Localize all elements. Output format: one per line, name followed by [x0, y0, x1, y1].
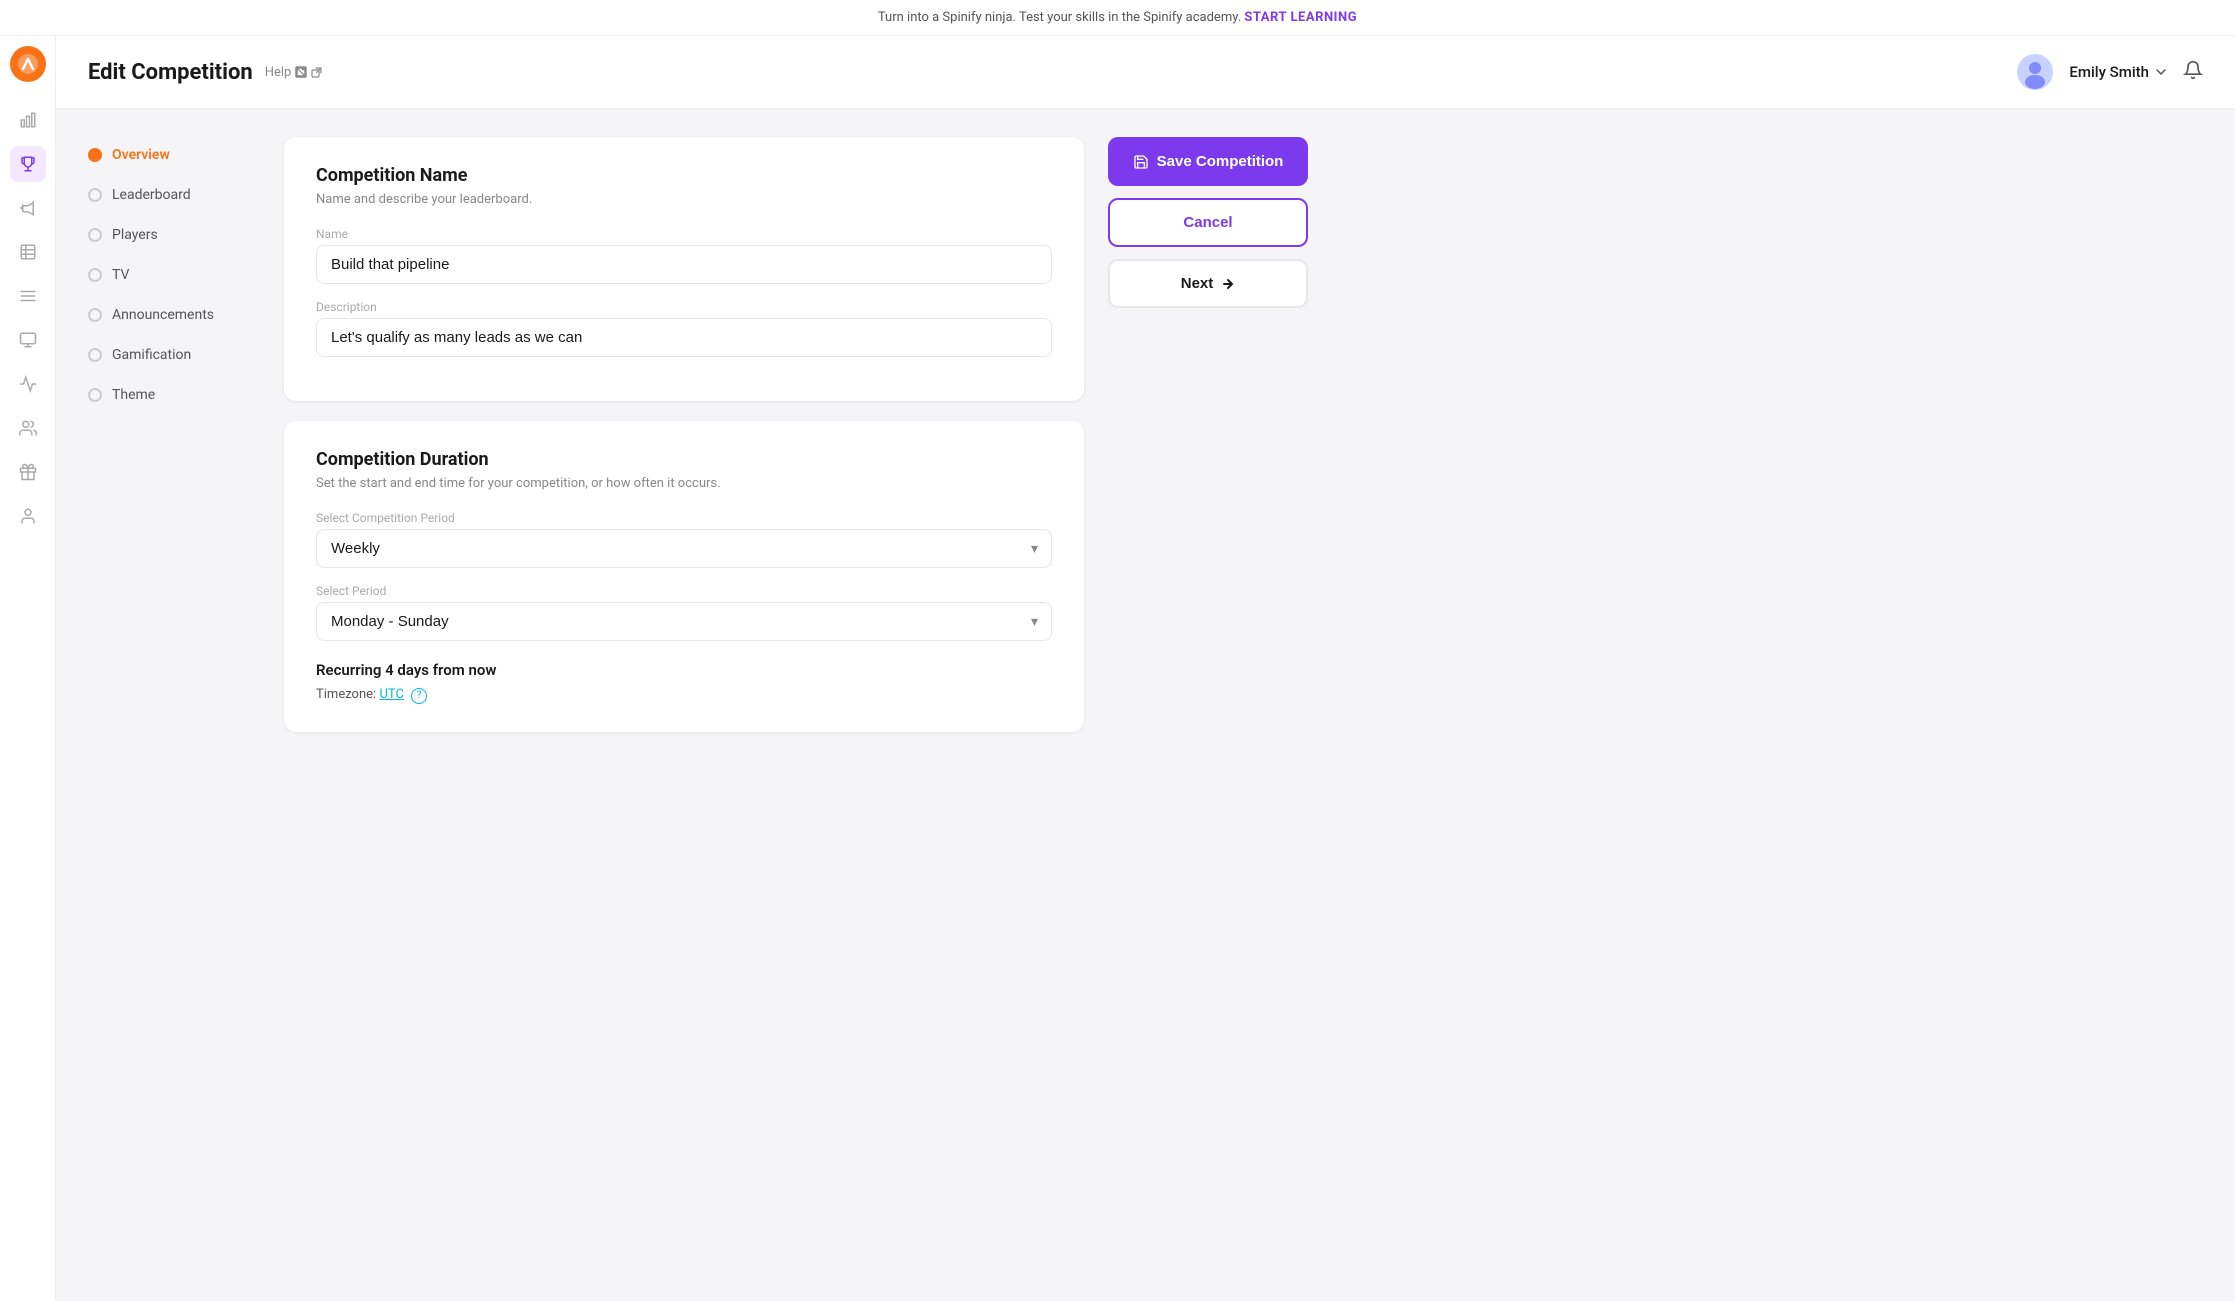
period-select-wrapper: Weekly Daily Monthly Custom [316, 529, 1052, 568]
center-content: Competition Name Name and describe your … [284, 137, 1084, 732]
megaphone-icon[interactable] [10, 190, 46, 226]
nav-dot-leaderboard [88, 188, 102, 202]
competition-duration-title: Competition Duration [316, 449, 1052, 470]
help-label: Help [265, 65, 292, 80]
description-field-group: Description [316, 300, 1052, 357]
period-select-group: Select Competition Period Weekly Daily M… [316, 511, 1052, 568]
recurring-text: Recurring 4 days from now [316, 661, 1052, 679]
nav-label-overview: Overview [112, 147, 170, 163]
chevron-down-icon [2155, 66, 2167, 78]
save-competition-button[interactable]: Save Competition [1108, 137, 1308, 186]
name-input[interactable] [316, 245, 1052, 284]
nav-label-theme: Theme [112, 387, 155, 403]
nav-dot-theme [88, 388, 102, 402]
person-icon[interactable] [10, 498, 46, 534]
nav-item-theme[interactable]: Theme [80, 377, 260, 413]
period-select-label: Select Competition Period [316, 511, 1052, 525]
left-nav: Overview Leaderboard Players TV Announce… [80, 137, 260, 417]
save-button-label: Save Competition [1157, 153, 1284, 170]
description-field-label: Description [316, 300, 1052, 314]
chart-bar-icon[interactable] [10, 102, 46, 138]
page-header: Edit Competition Help Emily Smith [56, 36, 2235, 109]
nav-dot-players [88, 228, 102, 242]
trophy-icon[interactable] [10, 146, 46, 182]
nav-label-gamification: Gamification [112, 347, 191, 363]
nav-label-leaderboard: Leaderboard [112, 187, 191, 203]
timezone-help-icon[interactable]: ? [411, 688, 427, 704]
right-actions: Save Competition Cancel Next [1108, 137, 1308, 308]
cancel-button[interactable]: Cancel [1108, 198, 1308, 247]
users-icon[interactable] [10, 410, 46, 446]
table-icon[interactable] [10, 234, 46, 270]
external-link-icon [311, 67, 322, 78]
nav-item-announcements[interactable]: Announcements [80, 297, 260, 333]
list-icon[interactable] [10, 278, 46, 314]
nav-dot-overview [88, 148, 102, 162]
timezone-link[interactable]: UTC [379, 687, 403, 702]
graph-icon[interactable] [10, 366, 46, 402]
competition-name-subtitle: Name and describe your leaderboard. [316, 192, 1052, 207]
description-input[interactable] [316, 318, 1052, 357]
nav-dot-tv [88, 268, 102, 282]
timezone-label: Timezone: [316, 687, 376, 702]
timezone-row: Timezone: UTC ? [316, 687, 1052, 704]
nav-label-players: Players [112, 227, 158, 243]
monitor-icon[interactable] [10, 322, 46, 358]
nav-item-gamification[interactable]: Gamification [80, 337, 260, 373]
nav-item-players[interactable]: Players [80, 217, 260, 253]
period-select[interactable]: Weekly Daily Monthly Custom [316, 529, 1052, 568]
nav-item-tv[interactable]: TV [80, 257, 260, 293]
nav-dot-announcements [88, 308, 102, 322]
nav-dot-gamification [88, 348, 102, 362]
icon-sidebar [0, 36, 56, 1301]
page-title: Edit Competition [88, 60, 253, 85]
next-arrow-icon [1221, 277, 1235, 291]
competition-duration-subtitle: Set the start and end time for your comp… [316, 476, 1052, 491]
select-period-label: Select Period [316, 584, 1052, 598]
next-button[interactable]: Next [1108, 259, 1308, 308]
user-area: Emily Smith [2017, 54, 2203, 90]
select-period-group: Select Period Monday - Sunday Tuesday - … [316, 584, 1052, 641]
name-field-group: Name [316, 227, 1052, 284]
select-period-wrapper: Monday - Sunday Tuesday - Monday Wednesd… [316, 602, 1052, 641]
save-icon [1133, 154, 1149, 170]
competition-duration-card: Competition Duration Set the start and e… [284, 421, 1084, 732]
top-banner: Turn into a Spinify ninja. Test your ski… [0, 0, 2235, 36]
nav-item-leaderboard[interactable]: Leaderboard [80, 177, 260, 213]
next-button-label: Next [1181, 275, 1214, 292]
nav-item-overview[interactable]: Overview [80, 137, 260, 173]
brand-logo[interactable] [10, 46, 46, 82]
name-field-label: Name [316, 227, 1052, 241]
help-link[interactable]: Help [265, 65, 323, 80]
user-name[interactable]: Emily Smith [2069, 63, 2167, 81]
banner-text: Turn into a Spinify ninja. Test your ski… [878, 10, 1241, 25]
select-period-select[interactable]: Monday - Sunday Tuesday - Monday Wednesd… [316, 602, 1052, 641]
start-learning-link[interactable]: START LEARNING [1244, 10, 1357, 25]
avatar [2017, 54, 2053, 90]
notification-bell-icon[interactable] [2183, 60, 2203, 85]
competition-name-title: Competition Name [316, 165, 1052, 186]
nav-label-tv: TV [112, 267, 129, 283]
nav-label-announcements: Announcements [112, 307, 214, 323]
competition-name-card: Competition Name Name and describe your … [284, 137, 1084, 401]
gift-icon[interactable] [10, 454, 46, 490]
